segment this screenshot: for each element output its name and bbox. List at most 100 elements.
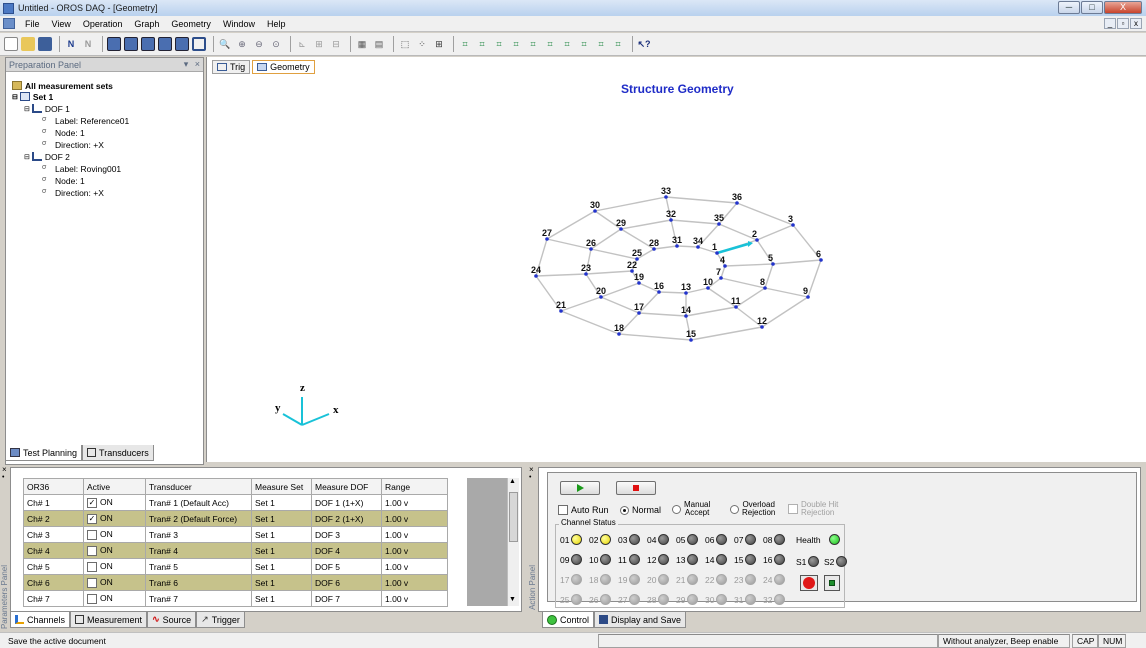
zoom-fit-icon[interactable]: ⊙	[269, 37, 283, 51]
axis-3-icon[interactable]: ⊟	[329, 37, 343, 51]
doc-close-button[interactable]: x	[1130, 18, 1142, 29]
collapse-icon[interactable]: ⊟	[12, 93, 18, 101]
cell-active[interactable]: ✓ ON	[83, 510, 146, 527]
cell-measure-set[interactable]: Set 1	[251, 510, 312, 527]
normal-radio[interactable]: Normal	[620, 505, 661, 515]
menu-window[interactable]: Window	[217, 19, 261, 29]
save-icon[interactable]	[38, 37, 52, 51]
tab-test-planning[interactable]: Test Planning	[5, 445, 83, 461]
cell-channel[interactable]: Ch# 7	[23, 590, 84, 607]
cell-range[interactable]: 1.00 v	[381, 510, 448, 527]
scroll-down-icon[interactable]: ▼	[509, 596, 516, 603]
layout-5-icon[interactable]	[175, 37, 189, 51]
cell-range[interactable]: 1.00 v	[381, 526, 448, 543]
menu-help[interactable]: Help	[261, 19, 292, 29]
cell-active[interactable]: ON	[83, 590, 146, 607]
cell-channel[interactable]: Ch# 2	[23, 510, 84, 527]
help-context-icon[interactable]: ↖?	[637, 37, 651, 51]
tree-set-1[interactable]: ⊟ Set 1	[12, 91, 53, 102]
geometry-tool-7-icon[interactable]: ⌗	[560, 37, 574, 51]
table-scrollbar[interactable]: ▲ ▼	[507, 478, 519, 606]
cell-transducer[interactable]: Tran# 6	[145, 574, 252, 591]
tree-dof-1-label[interactable]: σ Label: Reference01	[42, 115, 129, 126]
cell-measure-set[interactable]: Set 1	[251, 526, 312, 543]
pin-icon[interactable]: ▾	[184, 59, 189, 69]
active-checkbox[interactable]	[87, 545, 97, 556]
scroll-up-icon[interactable]: ▲	[509, 478, 516, 485]
menu-operation[interactable]: Operation	[77, 19, 129, 29]
panel-close-icon[interactable]: ×	[2, 465, 7, 474]
cell-channel[interactable]: Ch# 5	[23, 558, 84, 575]
mesh-2-icon[interactable]: ⊞	[432, 37, 446, 51]
cell-transducer[interactable]: Tran# 2 (Default Force)	[145, 510, 252, 527]
cell-range[interactable]: 1.00 v	[381, 574, 448, 591]
minimize-button[interactable]: ─	[1058, 1, 1080, 14]
zoom-out-icon[interactable]: ⊖	[252, 37, 266, 51]
panel-pin-icon[interactable]: •	[2, 474, 4, 481]
cell-range[interactable]: 1.00 v	[381, 494, 448, 511]
new-icon[interactable]	[4, 37, 18, 51]
tab-display-and-save[interactable]: Display and Save	[594, 612, 687, 628]
col-measure-set[interactable]: Measure Set	[251, 478, 312, 495]
col-or36[interactable]: OR36	[23, 478, 84, 495]
run-button[interactable]	[560, 481, 600, 495]
tree-root[interactable]: All measurement sets	[12, 80, 113, 91]
menu-geometry[interactable]: Geometry	[165, 19, 217, 29]
table-row[interactable]: Ch# 7 ON Tran# 7 Set 1 DOF 7 1.00 v	[23, 590, 448, 607]
tree-dof-1-node[interactable]: σ Node: 1	[42, 127, 85, 138]
cell-channel[interactable]: Ch# 1	[23, 494, 84, 511]
table-row[interactable]: Ch# 4 ON Tran# 4 Set 1 DOF 4 1.00 v	[23, 542, 448, 559]
tab-channels[interactable]: Channels	[10, 612, 71, 628]
active-checkbox[interactable]	[87, 577, 97, 588]
close-button[interactable]: X	[1104, 1, 1142, 14]
cell-active[interactable]: ON	[83, 558, 146, 575]
doc-minimize-button[interactable]: _	[1104, 18, 1116, 29]
manual-accept-radio[interactable]: Manual Accept	[672, 501, 710, 517]
geometry-tool-8-icon[interactable]: ⌗	[577, 37, 591, 51]
cell-transducer[interactable]: Tran# 3	[145, 526, 252, 543]
active-checkbox[interactable]	[87, 529, 97, 540]
cell-measure-dof[interactable]: DOF 1 (1+X)	[311, 494, 382, 511]
geometry-tool-5-icon[interactable]: ⌗	[526, 37, 540, 51]
tab-trigger[interactable]: ↗ Trigger	[196, 612, 245, 628]
zoom-in-icon[interactable]: ⊕	[235, 37, 249, 51]
table-row[interactable]: Ch# 5 ON Tran# 5 Set 1 DOF 5 1.00 v	[23, 558, 448, 575]
axis-2-icon[interactable]: ⊞	[312, 37, 326, 51]
col-transducer[interactable]: Transducer	[145, 478, 252, 495]
cell-transducer[interactable]: Tran# 7	[145, 590, 252, 607]
collapse-icon[interactable]: ⊟	[24, 153, 30, 161]
geometry-tool-4-icon[interactable]: ⌗	[509, 37, 523, 51]
record-button[interactable]	[800, 575, 818, 591]
active-checkbox[interactable]	[87, 561, 97, 572]
panel-pin-icon[interactable]: •	[529, 474, 531, 481]
menu-view[interactable]: View	[46, 19, 77, 29]
table-row[interactable]: Ch# 6 ON Tran# 6 Set 1 DOF 6 1.00 v	[23, 574, 448, 591]
cell-measure-dof[interactable]: DOF 4	[311, 542, 382, 559]
cell-channel[interactable]: Ch# 3	[23, 526, 84, 543]
cell-measure-set[interactable]: Set 1	[251, 558, 312, 575]
active-checkbox[interactable]	[87, 593, 97, 604]
layout-4-icon[interactable]	[158, 37, 172, 51]
tree-dof-1[interactable]: ⊟ DOF 1	[24, 103, 70, 114]
double-hit-rejection-checkbox[interactable]: Double Hit Rejection	[788, 501, 838, 517]
cell-channel[interactable]: Ch# 6	[23, 574, 84, 591]
geometry-tool-9-icon[interactable]: ⌗	[594, 37, 608, 51]
tree-dof-2-direction[interactable]: σ Direction: +X	[42, 187, 104, 198]
mesh-icon[interactable]: ⁘	[415, 37, 429, 51]
cell-measure-set[interactable]: Set 1	[251, 590, 312, 607]
tab-measurement[interactable]: Measurement	[70, 612, 148, 628]
collapse-icon[interactable]: ⊟	[24, 105, 30, 113]
cube-icon[interactable]: ⬚	[398, 37, 412, 51]
cell-active[interactable]: ✓ ON	[83, 494, 146, 511]
menu-file[interactable]: File	[19, 19, 46, 29]
layout-3-icon[interactable]	[141, 37, 155, 51]
active-checkbox[interactable]: ✓	[87, 497, 97, 508]
cell-measure-set[interactable]: Set 1	[251, 574, 312, 591]
open-folder-icon[interactable]	[21, 37, 35, 51]
cell-active[interactable]: ON	[83, 542, 146, 559]
col-range[interactable]: Range	[381, 478, 448, 495]
tree-dof-2-label[interactable]: σ Label: Roving001	[42, 163, 121, 174]
tree-dof-2-node[interactable]: σ Node: 1	[42, 175, 85, 186]
cell-measure-dof[interactable]: DOF 6	[311, 574, 382, 591]
cell-measure-dof[interactable]: DOF 5	[311, 558, 382, 575]
